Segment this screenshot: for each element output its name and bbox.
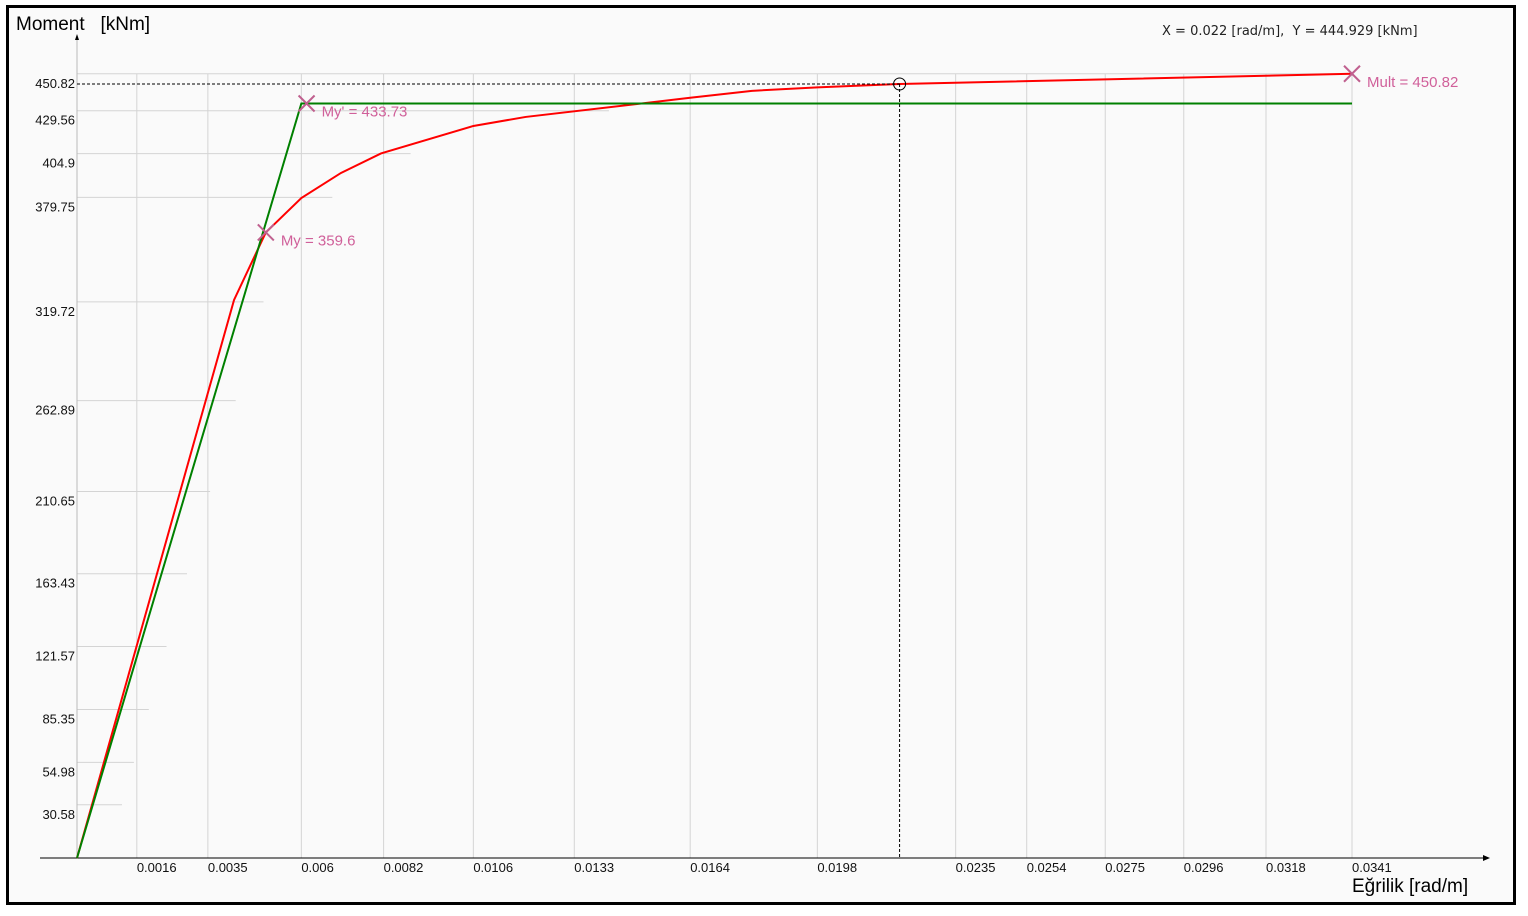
y-tick-label: 54.98 — [42, 764, 75, 779]
y-tick-label: 121.57 — [35, 649, 75, 664]
grid — [77, 73, 1353, 858]
y-tick-label: 30.58 — [42, 807, 75, 822]
marker-label: Mult = 450.82 — [1367, 74, 1458, 91]
y-tick-label: 262.89 — [35, 403, 75, 418]
x-tick-label: 0.006 — [301, 860, 334, 875]
x-tick-label: 0.0275 — [1105, 860, 1145, 875]
x-tick-label: 0.0035 — [208, 860, 248, 875]
y-tick-label: 429.56 — [35, 113, 75, 128]
y-tick-label: 404.9 — [42, 156, 75, 171]
x-tick-label: 0.0318 — [1266, 860, 1306, 875]
x-tick-label: 0.0198 — [817, 860, 857, 875]
x-tick-label: 0.0082 — [384, 860, 424, 875]
x-axis-title: Eğrilik [rad/m] — [1352, 876, 1468, 897]
x-tick-label: 0.0016 — [137, 860, 177, 875]
marker-label: My = 359.6 — [281, 232, 356, 249]
y-tick-label: 210.65 — [35, 494, 75, 509]
x-axis-arrow-icon — [1483, 855, 1490, 861]
y-tick-label: 85.35 — [42, 712, 75, 727]
x-tick-label: 0.0235 — [956, 860, 996, 875]
moment-curvature-line — [76, 72, 1353, 859]
bilinear-idealization-line — [76, 102, 1352, 859]
marker-x-icon — [257, 223, 275, 242]
marker-label: My' = 433.73 — [322, 103, 408, 120]
y-tick-label: 163.43 — [35, 576, 75, 591]
y-tick-label: 319.72 — [35, 304, 75, 319]
moment-curvature-chart[interactable]: 0.0016 0.0035 0.006 0.0082 0.0106 0.0133 0.016… — [0, 0, 1528, 916]
x-tick-label: 0.0254 — [1027, 860, 1067, 875]
x-tick-label: 0.0133 — [574, 860, 614, 875]
cursor-readout: X = 0.022 [rad/m], Y = 444.929 [kNm] — [1162, 24, 1418, 39]
x-tick-label: 0.0164 — [690, 860, 730, 875]
y-axis-title: Moment [kNm] — [16, 14, 150, 35]
x-tick-label: 0.0296 — [1184, 860, 1224, 875]
x-tick-label: 0.0341 — [1352, 860, 1392, 875]
y-tick-label: 450.82 — [35, 76, 75, 91]
x-tick-label: 0.0106 — [473, 860, 513, 875]
y-tick-label: 379.75 — [35, 199, 75, 214]
